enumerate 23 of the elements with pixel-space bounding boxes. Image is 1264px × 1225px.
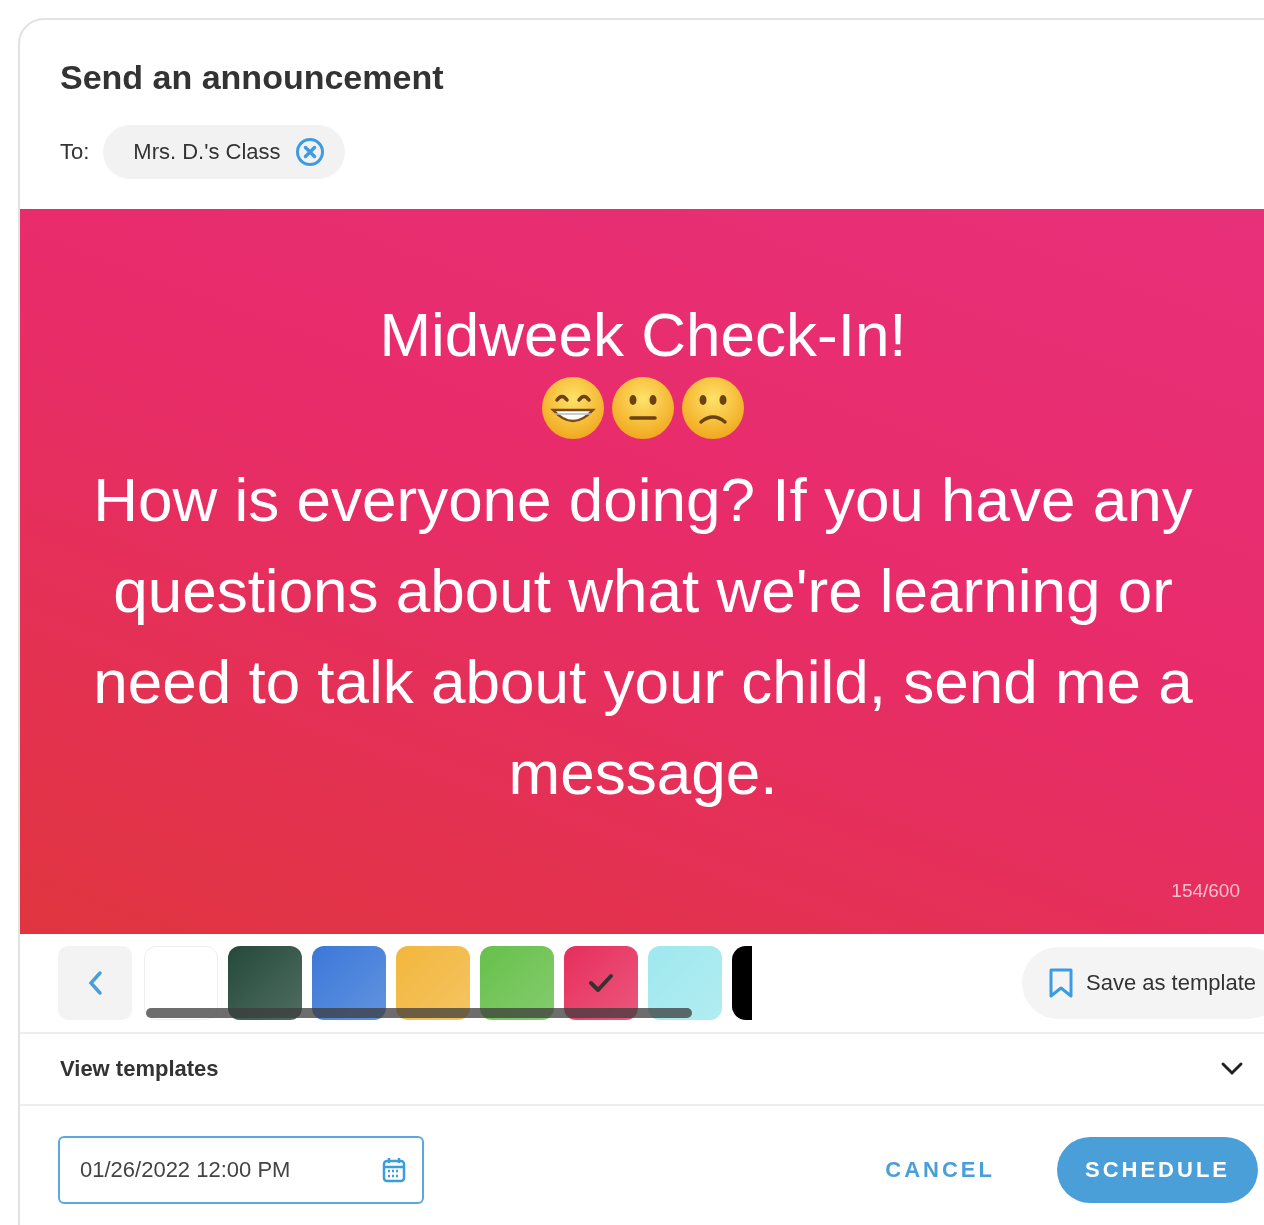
check-icon [588,973,614,993]
remove-icon[interactable] [294,137,325,167]
to-label: To: [60,139,90,165]
background-swatch[interactable] [648,946,722,1020]
grinning-face-icon [541,376,605,440]
neutral-face-icon [611,376,675,440]
message-body[interactable]: How is everyone doing? If you have any questions about what we're learning or need to talk about your child, send me a message. [83,454,1203,818]
dialog-title: Send an announcement [60,58,444,97]
date-field[interactable]: 01/26/2022 12:00 PM [58,1136,424,1204]
schedule-button[interactable]: SCHEDULE [1057,1137,1258,1203]
calendar-icon[interactable] [382,1157,406,1183]
recipient-name: Mrs. D.'s Class [133,139,281,165]
view-templates-label: View templates [60,1056,219,1082]
background-swatch[interactable] [732,946,752,1020]
scrollbar[interactable] [146,1008,692,1018]
bookmark-icon [1048,967,1074,999]
frowning-face-icon [681,376,745,440]
cancel-button[interactable]: CANCEL [879,1156,1001,1184]
save-template-button[interactable]: Save as template [1022,947,1264,1019]
chevron-left-icon [87,970,103,996]
character-counter: 154/600 [1171,880,1240,902]
message-heading[interactable]: Midweek Check-In! [379,299,907,370]
date-value: 01/26/2022 12:00 PM [80,1157,291,1183]
